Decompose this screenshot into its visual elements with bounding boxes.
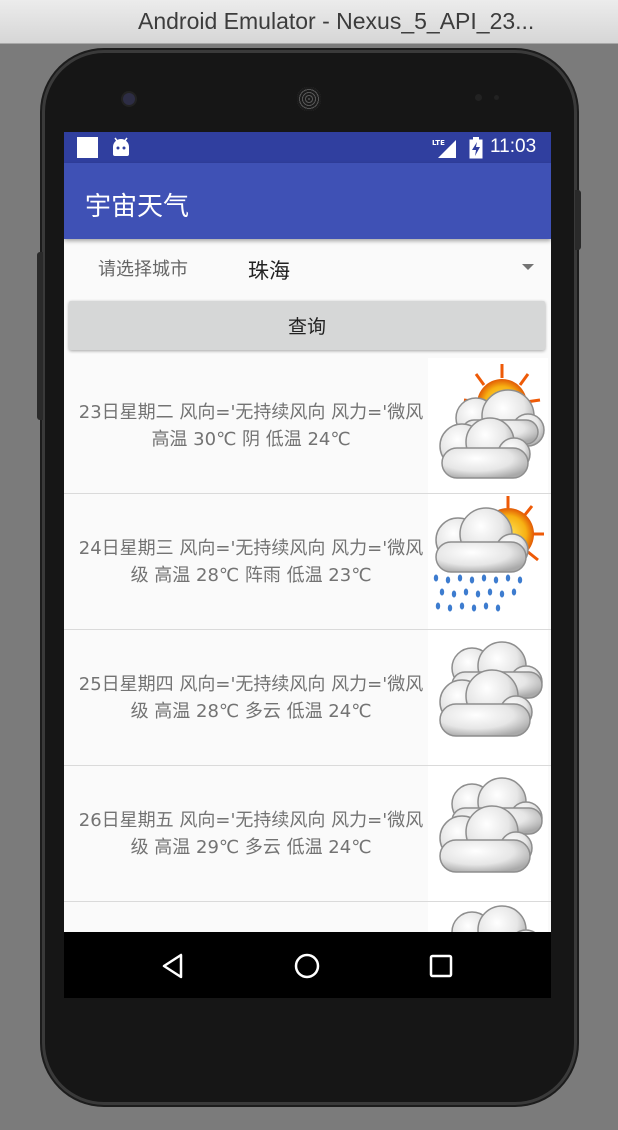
city-selected-value: 珠海 (248, 259, 290, 283)
list-item[interactable]: 24日星期三 风向='无持续风向 风力='微风级 高温 28℃ 阵雨 低温 23… (64, 494, 551, 630)
android-debug-icon (113, 137, 129, 156)
forecast-text: 24日星期三 风向='无持续风向 风力='微风级 高温 28℃ 阵雨 低温 23… (78, 538, 424, 586)
app-bar: 宇宙天气 (64, 163, 551, 239)
clock: 11:03 (490, 136, 537, 157)
forecast-text: 23日星期二 风向='无持续风向 风力='微风 高温 30℃ 阴 低温 24℃ (78, 402, 424, 450)
power-button[interactable] (575, 190, 581, 250)
query-button[interactable]: 查询 (69, 301, 545, 350)
cloudy-icon (428, 766, 548, 901)
svg-text:LTE: LTE (432, 139, 445, 147)
list-item[interactable]: 25日星期四 风向='无持续风向 风力='微风级 高温 28℃ 多云 低温 24… (64, 630, 551, 766)
forecast-text: 26日星期五 风向='无持续风向 风力='微风级 高温 29℃ 多云 低温 24… (78, 810, 424, 858)
home-icon[interactable] (289, 948, 325, 984)
window-title: Android Emulator - Nexus_5_API_23... (138, 8, 535, 34)
lte-signal-icon: LTE (432, 139, 456, 158)
page-title: 宇宙天气 (85, 192, 190, 222)
recents-icon[interactable] (423, 948, 459, 984)
speaker-grille-icon (297, 87, 321, 111)
city-spinner[interactable]: 珠海 (234, 245, 544, 289)
back-icon[interactable] (155, 948, 191, 984)
status-bar: LTE 11:03 (64, 132, 551, 163)
city-row: 请选择城市 珠海 (64, 239, 551, 295)
cloudy-icon (428, 902, 548, 932)
volume-button[interactable] (37, 252, 43, 420)
city-label: 请选择城市 (98, 259, 188, 280)
forecast-text: 25日星期四 风向='无持续风向 风力='微风级 高温 28℃ 多云 低温 24… (78, 674, 424, 722)
list-item[interactable]: 23日星期二 风向='无持续风向 风力='微风 高温 30℃ 阴 低温 24℃ (64, 358, 551, 494)
list-item[interactable] (64, 902, 551, 932)
emulator-title-bar: Android Emulator - Nexus_5_API_23... (0, 0, 618, 44)
battery-charging-icon (469, 137, 483, 159)
sensor-icon (494, 95, 499, 100)
device-screen: LTE 11:03 宇宙天气 请选择城市 珠海 查询 23日星期二 风向='无持… (64, 132, 551, 998)
partly-cloudy-icon (428, 358, 548, 493)
notification-square-icon (77, 137, 98, 158)
sensor-icon (475, 94, 482, 101)
cloudy-icon (428, 630, 548, 765)
list-item[interactable]: 26日星期五 风向='无持续风向 风力='微风级 高温 29℃ 多云 低温 24… (64, 766, 551, 902)
dropdown-arrow-icon (522, 264, 534, 270)
navigation-bar (64, 932, 551, 998)
front-camera-icon (123, 93, 135, 105)
forecast-list[interactable]: 23日星期二 风向='无持续风向 风力='微风 高温 30℃ 阴 低温 24℃ (64, 358, 551, 932)
forecast-text (70, 902, 432, 932)
shower-icon (428, 494, 548, 629)
